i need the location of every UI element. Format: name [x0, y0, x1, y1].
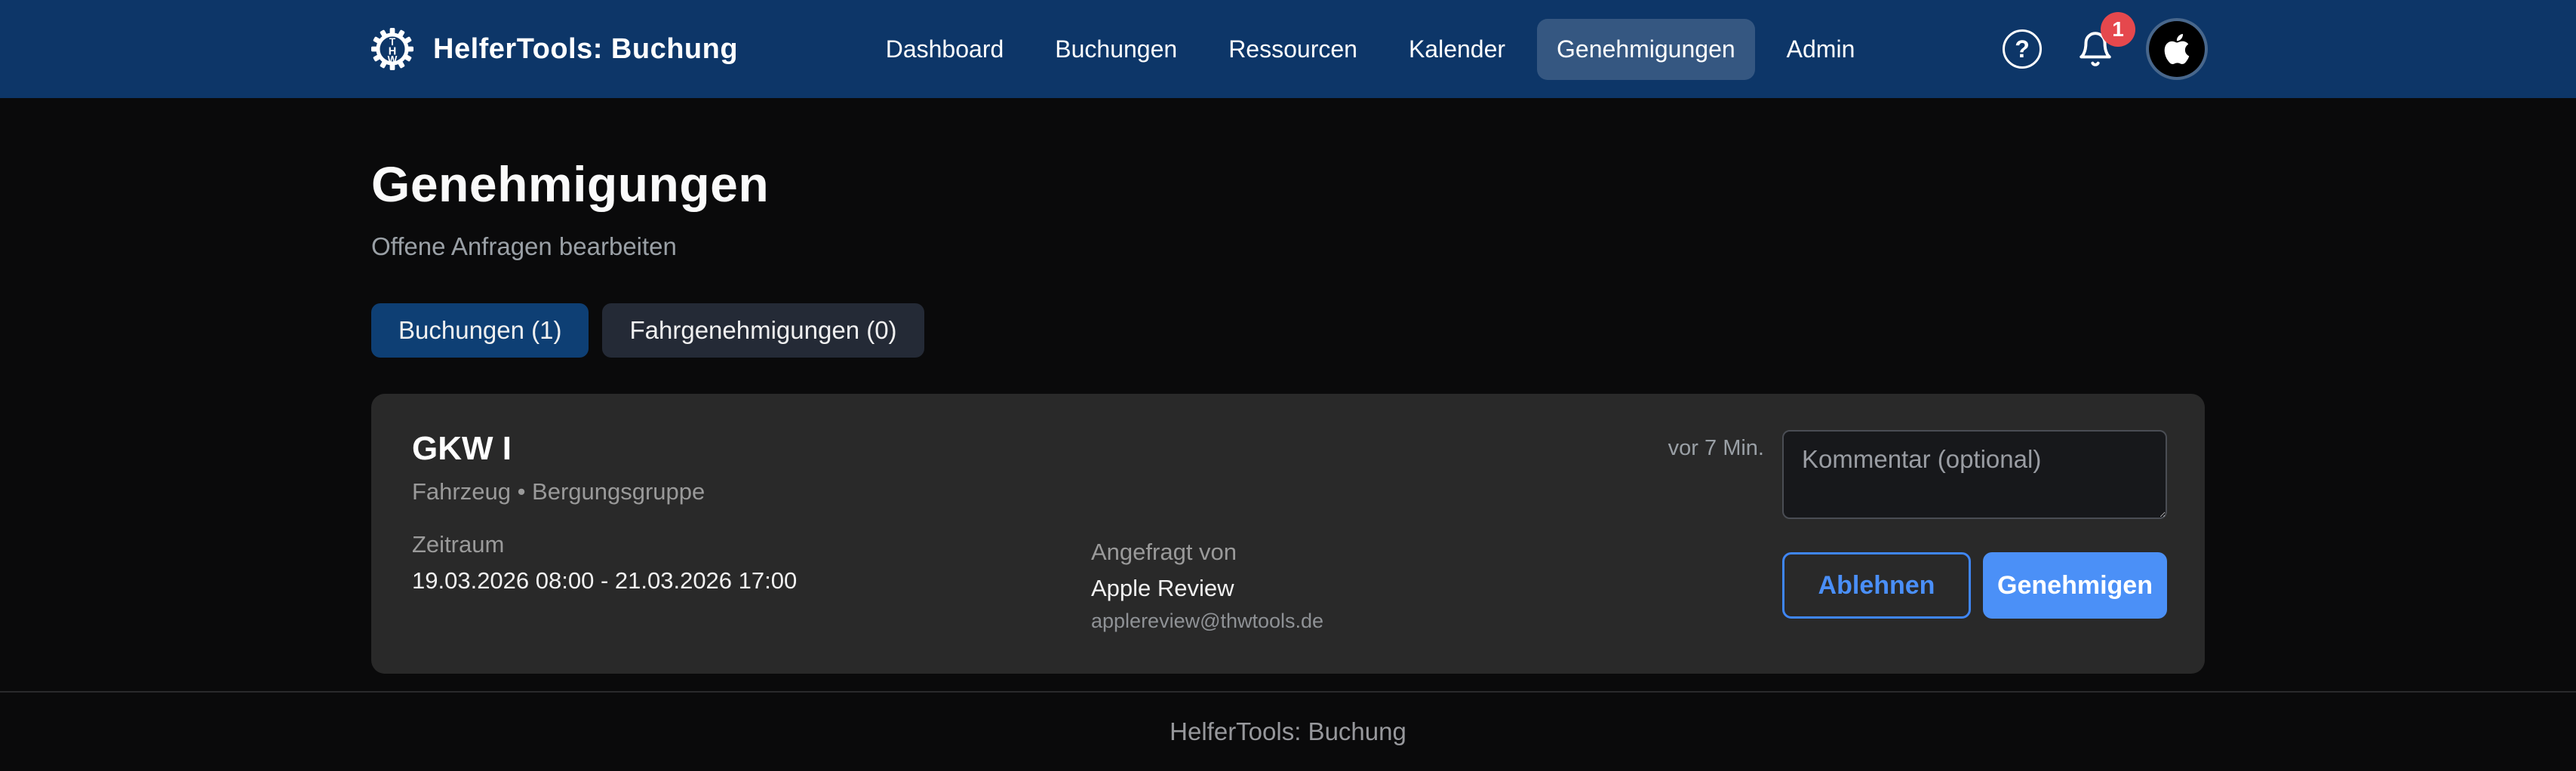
comment-input[interactable]	[1782, 430, 2167, 519]
time-ago: vor 7 Min.	[1668, 430, 1764, 619]
approval-tabs: Buchungen (1) Fahrgenehmigungen (0)	[371, 303, 2205, 358]
notification-badge: 1	[2101, 12, 2135, 47]
resource-meta: Fahrzeug • Bergungsgruppe	[412, 478, 1091, 505]
resource-name: GKW I	[412, 430, 1091, 468]
main-nav: Dashboard Buchungen Ressourcen Kalender …	[866, 19, 1875, 80]
svg-text:W: W	[388, 54, 398, 65]
page-footer: HelferTools: Buchung	[0, 691, 2576, 771]
comment-and-actions: Ablehnen Genehmigen	[1782, 430, 2167, 619]
requester-email: applereview@thwtools.de	[1091, 610, 1668, 633]
user-avatar[interactable]	[2149, 21, 2205, 77]
resource-info-column: GKW I Fahrzeug • Bergungsgruppe Zeitraum…	[412, 430, 1091, 594]
help-glyph: ?	[2015, 35, 2030, 63]
nav-item-genehmigungen[interactable]: Genehmigungen	[1537, 19, 1755, 80]
page-title: Genehmigungen	[371, 155, 2205, 213]
tab-fahrgenehmigungen[interactable]: Fahrgenehmigungen (0)	[602, 303, 924, 358]
top-navbar: T H W HelferTools: Buchung Dashboard Buc…	[0, 0, 2576, 98]
approve-button[interactable]: Genehmigen	[1983, 552, 2167, 619]
decision-column: vor 7 Min. Ablehnen Genehmigen	[1668, 430, 2167, 619]
brand[interactable]: T H W HelferTools: Buchung	[371, 28, 738, 70]
requester-label: Angefragt von	[1091, 539, 1668, 566]
thw-gear-logo-icon: T H W	[371, 28, 413, 70]
requester-name: Apple Review	[1091, 575, 1668, 602]
help-icon[interactable]: ?	[2003, 29, 2042, 69]
reject-button[interactable]: Ablehnen	[1782, 552, 1971, 619]
brand-title: HelferTools: Buchung	[433, 33, 738, 66]
period-label: Zeitraum	[412, 531, 1091, 558]
nav-item-kalender[interactable]: Kalender	[1389, 19, 1525, 80]
period-field: Zeitraum 19.03.2026 08:00 - 21.03.2026 1…	[412, 531, 1091, 594]
period-value: 19.03.2026 08:00 - 21.03.2026 17:00	[412, 567, 1091, 594]
apple-icon	[2162, 32, 2192, 66]
navbar-actions: ? 1	[2003, 21, 2205, 77]
requester-column: Angefragt von Apple Review applereview@t…	[1091, 430, 1668, 633]
nav-item-dashboard[interactable]: Dashboard	[866, 19, 1024, 80]
nav-item-buchungen[interactable]: Buchungen	[1035, 19, 1197, 80]
page-subtitle: Offene Anfragen bearbeiten	[371, 232, 2205, 261]
booking-request-card: GKW I Fahrzeug • Bergungsgruppe Zeitraum…	[371, 394, 2205, 674]
action-buttons: Ablehnen Genehmigen	[1782, 552, 2167, 619]
footer-text: HelferTools: Buchung	[1170, 717, 1406, 746]
notifications-button[interactable]: 1	[2076, 30, 2114, 68]
main-content: Genehmigungen Offene Anfragen bearbeiten…	[0, 98, 2576, 691]
nav-item-ressourcen[interactable]: Ressourcen	[1209, 19, 1377, 80]
nav-item-admin[interactable]: Admin	[1767, 19, 1875, 80]
tab-buchungen[interactable]: Buchungen (1)	[371, 303, 589, 358]
